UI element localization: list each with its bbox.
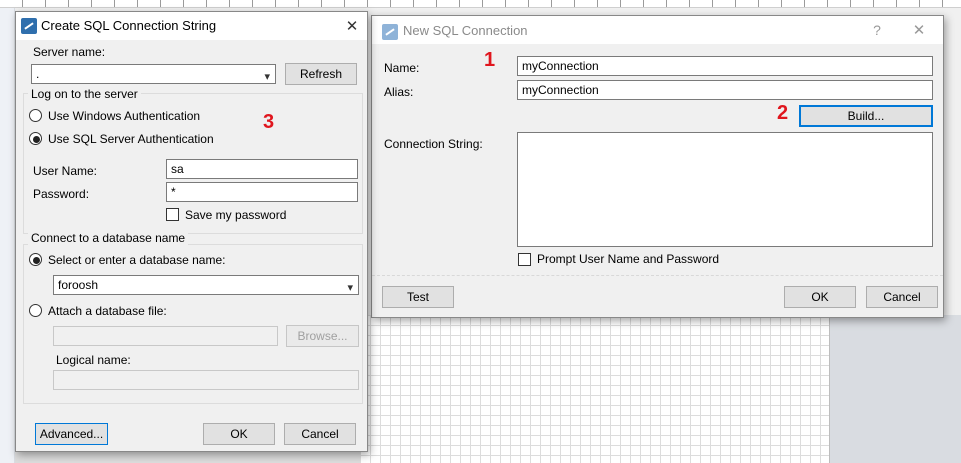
select-db-label: Select or enter a database name: — [48, 253, 226, 267]
save-password-label: Save my password — [185, 208, 287, 222]
annotation-marker-3: 3 — [263, 111, 275, 133]
windows-auth-label: Use Windows Authentication — [48, 109, 201, 123]
dialog-title: Create SQL Connection String — [41, 18, 217, 33]
connection-string-label: Connection String: — [384, 137, 483, 151]
attach-db-label: Attach a database file: — [48, 304, 167, 318]
separator — [372, 275, 943, 276]
close-button[interactable]: ✕ — [907, 22, 931, 39]
sql-connection-icon — [21, 18, 37, 34]
database-group-title: Connect to a database name — [28, 231, 189, 245]
username-input[interactable]: sa — [166, 159, 358, 179]
designer-side-panel — [830, 315, 961, 463]
name-label: Name: — [384, 61, 420, 75]
attach-db-radio[interactable] — [29, 304, 42, 317]
database-name-combobox[interactable]: foroosh ▾ — [53, 275, 359, 295]
title-bar: New SQL Connection ? ✕ — [372, 16, 943, 44]
browse-button[interactable]: Browse... — [286, 325, 359, 347]
chevron-down-icon[interactable]: ▾ — [347, 279, 353, 294]
password-label: Password: — [33, 187, 90, 201]
ok-button[interactable]: OK — [203, 423, 275, 445]
logon-group-title: Log on to the server — [28, 87, 141, 101]
title-bar: Create SQL Connection String ✕ — [16, 12, 367, 40]
test-button[interactable]: Test — [382, 286, 454, 308]
server-name-combobox[interactable]: . ▾ — [31, 64, 276, 84]
sql-auth-radio[interactable] — [29, 132, 42, 145]
server-name-label: Server name: — [33, 45, 106, 59]
annotation-marker-1: 1 — [484, 49, 496, 71]
close-button[interactable]: ✕ — [340, 18, 364, 35]
logical-name-input[interactable] — [53, 370, 359, 390]
dialog-title: New SQL Connection — [403, 23, 528, 38]
designer-bottom-bar — [15, 452, 360, 463]
create-sql-connection-string-dialog: Create SQL Connection String ✕ Server na… — [15, 11, 368, 452]
connection-string-textarea[interactable] — [517, 132, 933, 247]
top-ruler — [0, 0, 961, 8]
save-password-checkbox[interactable] — [166, 208, 179, 221]
alias-label: Alias: — [384, 85, 414, 99]
ok-button[interactable]: OK — [784, 286, 856, 308]
cancel-button[interactable]: Cancel — [284, 423, 356, 445]
advanced-button[interactable]: Advanced... — [35, 423, 108, 445]
left-gutter — [0, 8, 15, 463]
designer-grid — [360, 315, 830, 463]
annotation-marker-2: 2 — [777, 102, 789, 124]
attach-file-input[interactable] — [53, 326, 278, 346]
chevron-down-icon[interactable]: ▾ — [264, 68, 270, 83]
cancel-button[interactable]: Cancel — [866, 286, 938, 308]
sql-auth-label: Use SQL Server Authentication — [48, 132, 214, 146]
select-db-radio[interactable] — [29, 253, 42, 266]
refresh-button[interactable]: Refresh — [285, 63, 357, 85]
password-input[interactable]: * — [166, 182, 358, 202]
prompt-label: Prompt User Name and Password — [537, 252, 720, 266]
username-label: User Name: — [33, 164, 98, 178]
sql-connection-icon — [382, 24, 398, 40]
name-input[interactable]: myConnection — [517, 56, 933, 76]
prompt-checkbox[interactable] — [518, 253, 531, 266]
help-button[interactable]: ? — [867, 22, 887, 39]
database-name-value: foroosh — [58, 278, 99, 292]
new-sql-connection-dialog: New SQL Connection ? ✕ Name: myConnectio… — [371, 15, 944, 318]
logical-name-label: Logical name: — [56, 353, 131, 367]
alias-input[interactable]: myConnection — [517, 80, 933, 100]
build-button[interactable]: Build... — [799, 105, 933, 127]
windows-auth-radio[interactable] — [29, 109, 42, 122]
server-name-value: . — [36, 67, 40, 81]
